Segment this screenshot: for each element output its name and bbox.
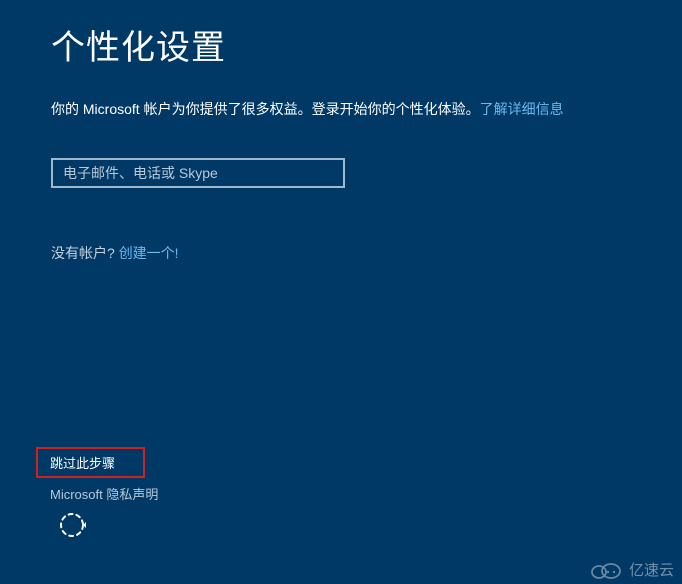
description-body: 你的 Microsoft 帐户为你提供了很多权益。登录开始你的个性化体验。 [51, 101, 480, 117]
loading-spinner-icon [58, 511, 158, 544]
watermark-text: 亿速云 [629, 559, 674, 580]
signin-input-section [51, 158, 631, 188]
no-account-line: 没有帐户? 创建一个! [51, 243, 631, 263]
watermark-cloud-icon [589, 560, 623, 580]
learn-more-link[interactable]: 了解详细信息 [480, 101, 564, 117]
watermark: 亿速云 [589, 559, 674, 580]
skip-step-button[interactable]: 跳过此步骤 [36, 447, 145, 478]
privacy-statement-link[interactable]: Microsoft 隐私声明 [50, 484, 158, 503]
create-account-link[interactable]: 创建一个! [119, 245, 179, 261]
bottom-section: 跳过此步骤 Microsoft 隐私声明 [36, 447, 158, 544]
page-title: 个性化设置 [51, 20, 631, 69]
description-text: 你的 Microsoft 帐户为你提供了很多权益。登录开始你的个性化体验。了解详… [51, 99, 631, 120]
email-phone-skype-input[interactable] [51, 158, 345, 188]
no-account-text: 没有帐户? [51, 245, 119, 261]
